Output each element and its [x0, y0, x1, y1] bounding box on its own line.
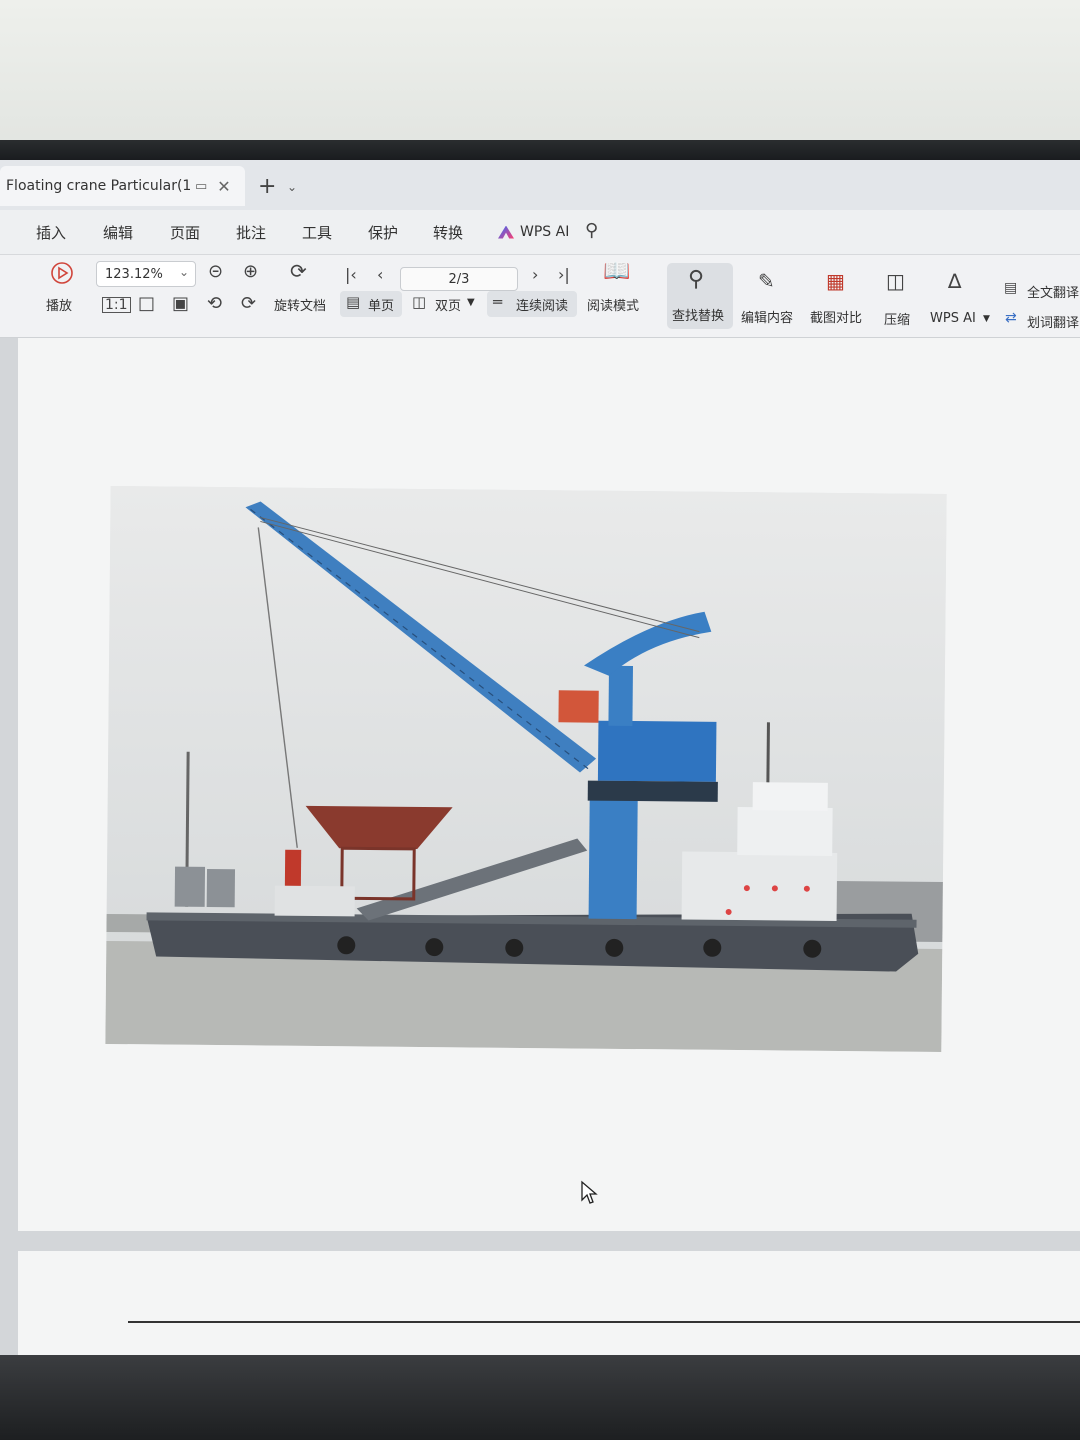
tab-bar: Floating crane Particular(1). ▭ ✕ + ⌄	[0, 160, 1080, 210]
crane-illustration	[105, 486, 947, 1052]
menu-bar: 插入 编辑 页面 批注 工具 保护 转换 WPS AI ⚲	[0, 210, 1080, 255]
compare-icon[interactable]: ▦	[826, 271, 845, 291]
play-label[interactable]: 播放	[46, 295, 72, 314]
menu-tools[interactable]: 工具	[302, 222, 332, 243]
translate-icon[interactable]: ▤	[1004, 281, 1017, 295]
ai-icon[interactable]: ∆	[948, 271, 961, 291]
close-icon[interactable]: ✕	[217, 177, 230, 196]
full-translate-label[interactable]: 全文翻译	[1027, 282, 1079, 301]
chevron-down-icon[interactable]: ⌄	[287, 180, 297, 194]
floating-crane-photo	[105, 486, 947, 1052]
double-page-label[interactable]: 双页	[435, 295, 461, 314]
menu-insert[interactable]: 插入	[36, 222, 66, 243]
menu-wps-ai[interactable]: WPS AI	[498, 224, 569, 240]
chevron-down-icon[interactable]: ▼	[983, 314, 990, 324]
background-wall	[0, 0, 1080, 150]
document-tab[interactable]: Floating crane Particular(1). ▭ ✕	[0, 166, 245, 206]
tab-title: Floating crane Particular(1).	[6, 178, 191, 194]
screenshot-compare-label[interactable]: 截图对比	[810, 307, 862, 326]
zoom-out-icon[interactable]: ⊝	[208, 263, 223, 281]
search-icon: ⚲	[688, 267, 705, 292]
menu-convert[interactable]: 转换	[433, 222, 463, 243]
next-page-icon[interactable]: ›	[532, 267, 538, 283]
menu-wps-ai-label: WPS AI	[520, 224, 570, 240]
pdf-page	[18, 338, 1080, 1231]
rotate-left-icon[interactable]: ⟲	[207, 295, 222, 313]
new-tab-icon[interactable]: +	[258, 174, 276, 199]
page-indicator[interactable]: 2/3	[400, 267, 518, 291]
first-page-icon[interactable]: |‹	[345, 267, 357, 283]
cursor-icon	[581, 1180, 598, 1204]
fit-width-icon[interactable]: ▣	[172, 295, 189, 313]
compress-label[interactable]: 压缩	[884, 309, 910, 328]
chevron-down-icon[interactable]: ⌄	[179, 265, 189, 279]
menu-protect[interactable]: 保护	[368, 222, 398, 243]
zoom-input[interactable]: 123.12% ⌄	[96, 261, 196, 287]
actual-size-icon[interactable]: 1:1	[102, 297, 131, 313]
wps-ai-logo-icon	[498, 225, 514, 239]
desk-foreground	[0, 1355, 1080, 1440]
wps-ai-label[interactable]: WPS AI	[930, 311, 976, 326]
edit-content-label[interactable]: 编辑内容	[741, 307, 793, 326]
zoom-value: 123.12%	[105, 266, 163, 282]
book-icon[interactable]: 📖	[603, 261, 630, 283]
play-icon[interactable]	[50, 261, 74, 285]
last-page-icon[interactable]: ›|	[558, 267, 570, 283]
reading-mode-label[interactable]: 阅读模式	[587, 295, 639, 314]
rotate-icon[interactable]: ⟳	[290, 261, 307, 281]
edit-icon[interactable]: ✎	[758, 271, 775, 291]
monitor-icon[interactable]: ▭	[195, 179, 207, 194]
rotate-doc-label[interactable]: 旋转文档	[274, 295, 326, 314]
menu-edit[interactable]: 编辑	[103, 222, 133, 243]
toolbar: 播放 123.12% ⌄ ⊝ ⊕ 1:1 □ ▣ ⟲ ⟳ ⟳ 旋转文档 ▤ 单页…	[0, 255, 1080, 338]
single-page-icon: ▤	[346, 293, 361, 311]
continuous-label: 连续阅读	[516, 299, 569, 314]
menu-annotate[interactable]: 批注	[236, 222, 266, 243]
menu-page[interactable]: 页面	[170, 222, 200, 243]
word-translate-icon[interactable]: ⇄	[1005, 311, 1017, 325]
word-translate-label[interactable]: 划词翻译	[1027, 312, 1079, 331]
monitor-screen: Floating crane Particular(1). ▭ ✕ + ⌄ 插入…	[0, 160, 1080, 1360]
chevron-down-icon[interactable]: ▼	[467, 297, 475, 308]
pdf-page-next	[18, 1251, 1080, 1360]
rotate-right-icon[interactable]: ⟳	[241, 295, 256, 313]
prev-page-icon[interactable]: ‹	[377, 267, 383, 283]
divider-line	[128, 1321, 1080, 1323]
zoom-in-icon[interactable]: ⊕	[243, 263, 258, 281]
fit-page-icon[interactable]: □	[138, 295, 155, 313]
document-area[interactable]	[0, 338, 1080, 1360]
compress-icon[interactable]: ◫	[886, 271, 905, 291]
double-page-icon[interactable]: ◫	[412, 295, 426, 310]
continuous-icon: ═	[493, 293, 503, 311]
page-indicator-value: 2/3	[448, 271, 470, 287]
single-page-label: 单页	[368, 299, 395, 314]
find-replace-label: 查找替换	[672, 309, 725, 324]
search-icon[interactable]: ⚲	[585, 220, 598, 241]
